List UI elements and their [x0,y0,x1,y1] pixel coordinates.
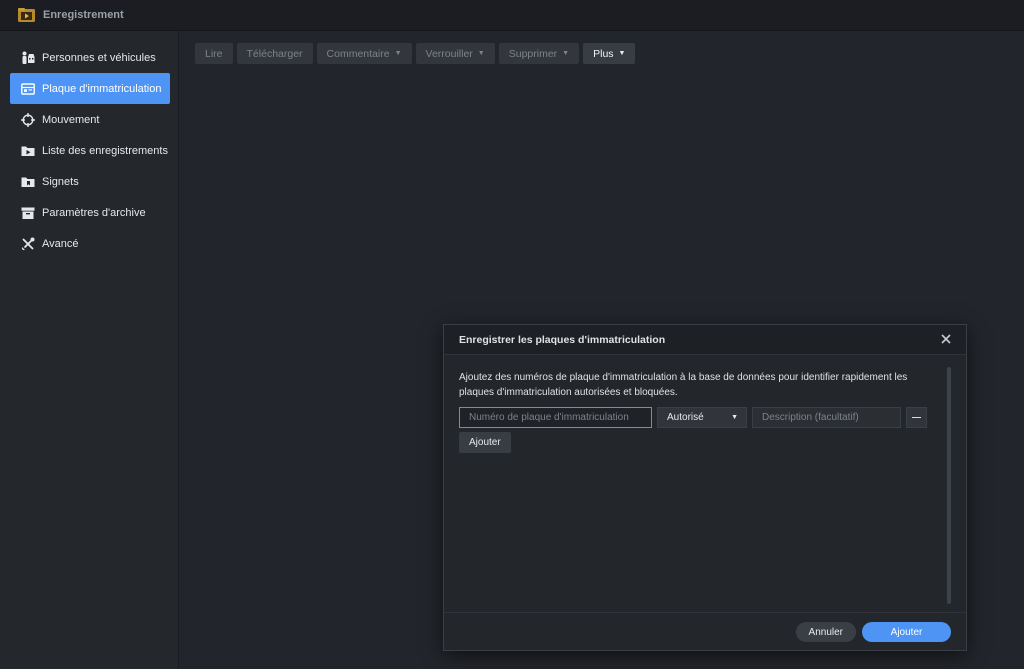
commentaire-button[interactable]: Commentaire ▼ [316,43,412,64]
film-folder-icon [18,8,35,22]
dialog-header: Enregistrer les plaques d'immatriculatio… [444,325,966,355]
plus-button[interactable]: Plus ▼ [583,43,636,64]
sidebar: Personnes et véhicules Plaque d'immatric… [0,31,179,669]
person-car-icon [21,51,35,65]
verrouiller-button[interactable]: Verrouiller ▼ [415,43,495,64]
app-title: Enregistrement [43,9,124,21]
plate-number-input[interactable] [459,407,652,428]
remove-row-button[interactable] [906,407,927,428]
description-input[interactable] [752,407,901,428]
sidebar-item-liste-enregistrements[interactable]: Liste des enregistrements [10,135,170,166]
sidebar-item-label: Paramètres d'archive [42,206,146,219]
bookmark-folder-icon [21,175,35,189]
caret-down-icon: ▼ [731,414,738,421]
plate-entry-row: Autorisé ▼ [459,407,927,428]
dialog-description: Ajoutez des numéros de plaque d'immatric… [459,372,908,398]
caret-down-icon: ▼ [562,50,570,57]
add-row-button[interactable]: Ajouter [459,432,511,453]
sidebar-item-label: Mouvement [42,113,100,126]
folder-video-icon [21,144,35,158]
close-icon[interactable] [940,333,952,345]
sidebar-item-label: Liste des enregistrements [42,144,168,157]
sidebar-item-personnes-vehicules[interactable]: Personnes et véhicules [10,42,170,73]
lire-button[interactable]: Lire [195,43,233,64]
dialog-title: Enregistrer les plaques d'immatriculatio… [459,333,666,346]
sidebar-item-plaque-immatriculation[interactable]: Plaque d'immatriculation [10,73,170,104]
archive-box-icon [21,206,35,220]
toolbar: Lire Télécharger Commentaire ▼ Verrouille… [195,43,636,64]
telecharger-button[interactable]: Télécharger [236,43,313,64]
sidebar-item-signets[interactable]: Signets [10,166,170,197]
register-plates-dialog: Enregistrer les plaques d'immatriculatio… [443,324,967,651]
caret-down-icon: ▼ [477,50,485,57]
sidebar-item-label: Personnes et véhicules [42,51,156,64]
sidebar-item-parametres-archive[interactable]: Paramètres d'archive [10,197,170,228]
sidebar-item-avance[interactable]: Avancé [10,228,170,259]
crosshair-icon [21,112,35,127]
tools-icon [21,237,35,251]
cancel-button[interactable]: Annuler [795,622,856,642]
dialog-footer: Annuler Ajouter [444,612,966,650]
sidebar-item-mouvement[interactable]: Mouvement [10,104,170,135]
sidebar-item-label: Avancé [42,237,79,250]
caret-down-icon: ▼ [394,50,402,57]
title-bar: Enregistrement [0,0,1024,31]
sidebar-item-label: Signets [42,175,79,188]
supprimer-button[interactable]: Supprimer ▼ [498,43,580,64]
license-plate-icon [21,82,35,96]
confirm-add-button[interactable]: Ajouter [862,622,951,642]
sidebar-item-label: Plaque d'immatriculation [42,82,162,95]
caret-down-icon: ▼ [618,50,626,57]
status-select[interactable]: Autorisé ▼ [657,407,747,428]
dialog-scrollbar[interactable] [947,367,951,604]
minus-icon [912,417,921,418]
